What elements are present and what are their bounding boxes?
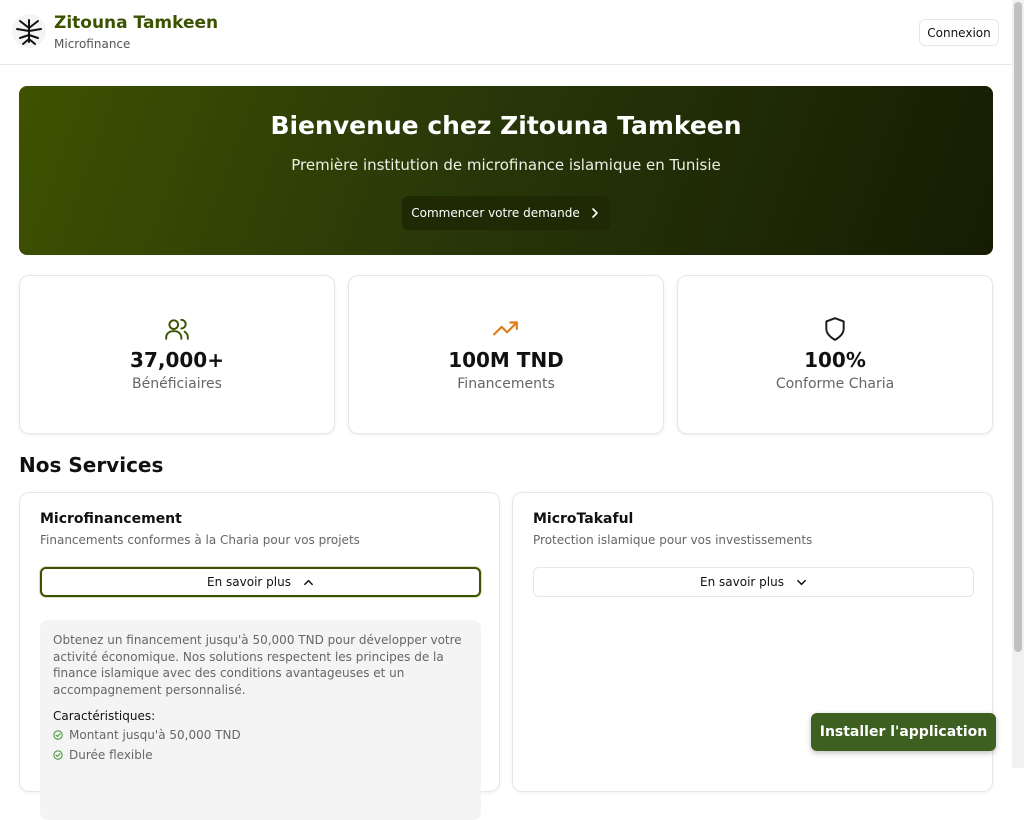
learn-more-label: En savoir plus [700, 575, 784, 589]
service-title: Microfinancement [40, 511, 182, 527]
services-heading: Nos Services [19, 453, 164, 477]
shield-icon [825, 317, 845, 341]
brand-subtitle: Microfinance [54, 37, 131, 51]
service-details-text: Obtenez un financement jusqu'à 50,000 TN… [53, 633, 462, 697]
stat-label: Financements [457, 376, 555, 392]
learn-more-button[interactable]: En savoir plus [533, 567, 974, 597]
brand-name: Zitouna Tamkeen [54, 13, 219, 33]
service-description: Financements conformes à la Charia pour … [40, 533, 360, 547]
users-icon [165, 318, 189, 340]
check-circle-icon [53, 730, 63, 740]
stat-card-beneficiaries: 37,000+ Bénéficiaires [19, 275, 335, 434]
stat-label: Bénéficiaires [132, 376, 222, 392]
page-scrollbar[interactable] [1012, 0, 1024, 768]
service-details-panel: Obtenez un financement jusqu'à 50,000 TN… [40, 620, 481, 820]
install-app-button[interactable]: Installer l'application [811, 713, 996, 751]
scrollbar-thumb[interactable] [1014, 2, 1022, 652]
features-title: Caractéristiques: [53, 709, 156, 723]
learn-more-button[interactable]: En savoir plus [40, 567, 481, 597]
start-application-label: Commencer votre demande [411, 206, 580, 220]
tree-logo-icon[interactable] [12, 14, 46, 48]
chevron-up-icon [304, 579, 313, 585]
feature-item: Durée flexible [53, 748, 153, 762]
service-card-microfinance: Microfinancement Financements conformes … [19, 492, 500, 820]
hero-title: Bienvenue chez Zitouna Tamkeen [270, 111, 742, 140]
hero-banner: Bienvenue chez Zitouna Tamkeen Première … [19, 86, 993, 255]
stat-value: 37,000+ [130, 348, 224, 372]
check-circle-icon [53, 750, 63, 760]
app-header: Zitouna Tamkeen Microfinance Connexion [0, 0, 1012, 65]
stat-card-financing: 100M TND Financements [348, 275, 664, 434]
stat-card-sharia: 100% Conforme Charia [677, 275, 993, 434]
learn-more-label: En savoir plus [207, 575, 291, 589]
trending-up-icon [493, 321, 518, 336]
feature-label: Montant jusqu'à 50,000 TND [69, 728, 241, 742]
stat-value: 100M TND [448, 348, 564, 372]
start-application-button[interactable]: Commencer votre demande [402, 196, 610, 230]
service-description: Protection islamique pour vos investisse… [533, 533, 813, 547]
stat-label: Conforme Charia [775, 376, 895, 392]
chevron-right-icon [591, 208, 598, 218]
login-button[interactable]: Connexion [919, 19, 999, 46]
feature-item: Montant jusqu'à 50,000 TND [53, 728, 241, 742]
service-title: MicroTakaful [533, 511, 634, 527]
feature-label: Durée flexible [69, 748, 153, 762]
stat-value: 100% [804, 348, 866, 372]
hero-subtitle: Première institution de microfinance isl… [291, 156, 721, 174]
chevron-down-icon [797, 579, 806, 585]
